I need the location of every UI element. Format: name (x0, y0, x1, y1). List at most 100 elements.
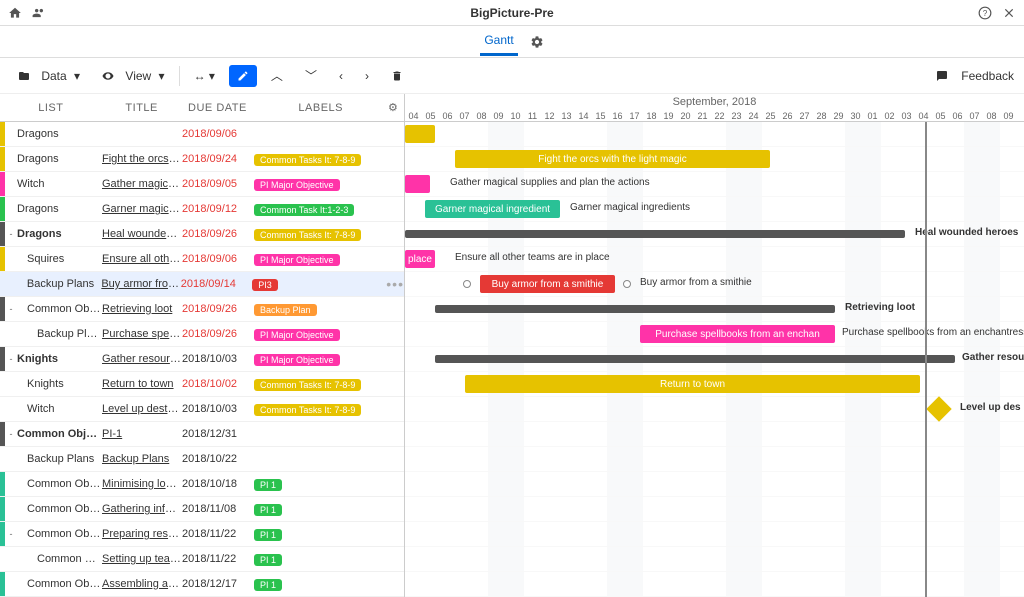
gantt-bar[interactable]: Fight the orcs with the light magic (455, 150, 770, 168)
gantt-row[interactable]: Purchase spellbooks from an enchanPurcha… (405, 322, 1024, 347)
label-badge: PI Major Objective (254, 254, 340, 266)
task-row[interactable]: Common Objectiv Assembling a party 2018/… (0, 572, 404, 597)
gantt-bar[interactable]: Purchase spellbooks from an enchan (640, 325, 835, 343)
gear-icon[interactable] (530, 35, 544, 49)
title-cell[interactable]: Setting up teams (102, 553, 182, 565)
task-row[interactable]: Common Objectiv Minimising losses 2018/1… (0, 472, 404, 497)
title-cell[interactable]: Gather resources f (102, 353, 182, 365)
title-cell[interactable]: Purchase spellboo (102, 328, 182, 340)
gantt-summary-bar[interactable] (405, 230, 905, 238)
task-row[interactable]: Common Objec Setting up teams 2018/11/22… (0, 547, 404, 572)
data-dropdown[interactable]: Data ▾ (10, 64, 88, 88)
expand-icon[interactable]: - (5, 354, 17, 364)
title-cell[interactable]: Level up destructio (102, 403, 182, 415)
task-row[interactable]: - Common Objective PI-1 2018/12/31 (0, 422, 404, 447)
task-row[interactable]: - Knights Gather resources f 2018/10/03 … (0, 347, 404, 372)
column-settings-icon[interactable]: ⚙ (388, 101, 404, 114)
feedback-button[interactable]: Feedback (936, 69, 1014, 83)
milestone-icon[interactable] (926, 396, 951, 421)
fit-button[interactable]: ↔ ▾ (186, 64, 223, 88)
list-cell: Common Objectiv (17, 528, 102, 540)
gantt-row[interactable] (405, 497, 1024, 522)
gantt-row[interactable]: Garner magical ingredientGarner magical … (405, 197, 1024, 222)
title-cell[interactable]: Minimising losses (102, 478, 182, 490)
gantt-row[interactable]: Return to town (405, 372, 1024, 397)
col-date[interactable]: DUE DATE (182, 102, 254, 114)
gantt-row[interactable]: Gather resour (405, 347, 1024, 372)
task-row[interactable]: - Common Objectiv Preparing resource 201… (0, 522, 404, 547)
expand-icon[interactable]: - (5, 229, 17, 239)
gantt-bar[interactable]: Return to town (465, 375, 920, 393)
gantt-row[interactable]: placeEnsure all other teams are in place (405, 247, 1024, 272)
prev-button[interactable]: ‹ (331, 64, 351, 88)
title-cell[interactable]: PI-1 (102, 428, 182, 440)
title-cell[interactable]: Buy armor from a s (101, 278, 180, 290)
task-row[interactable]: Backup Plans Purchase spellboo 2018/09/2… (0, 322, 404, 347)
gantt-row[interactable] (405, 422, 1024, 447)
gantt-row[interactable]: Fight the orcs with the light magic (405, 147, 1024, 172)
delete-button[interactable] (383, 65, 411, 87)
task-row[interactable]: Dragons 2018/09/06 (0, 122, 404, 147)
gantt-row[interactable] (405, 447, 1024, 472)
title-cell[interactable]: Gathering informati (102, 503, 182, 515)
title-cell[interactable]: Garner magical ing (102, 203, 182, 215)
view-dropdown[interactable]: View ▾ (94, 64, 173, 88)
gantt-bar[interactable] (405, 125, 435, 143)
tab-gantt[interactable]: Gantt (480, 27, 517, 56)
title-cell[interactable]: Return to town (102, 378, 182, 390)
title-cell[interactable]: Gather magical sup (102, 178, 182, 190)
task-row[interactable]: Squires Ensure all other te 2018/09/06 P… (0, 247, 404, 272)
gantt-row[interactable] (405, 472, 1024, 497)
gantt-bar[interactable] (405, 175, 430, 193)
home-icon[interactable] (8, 6, 22, 20)
gantt-row[interactable] (405, 522, 1024, 547)
edit-button[interactable] (229, 65, 257, 87)
next-button[interactable]: › (357, 64, 377, 88)
task-row[interactable]: Backup Plans Backup Plans 2018/10/22 (0, 447, 404, 472)
today-line (925, 122, 927, 597)
title-cell[interactable]: Fight the orcs with (102, 153, 182, 165)
gantt-row[interactable]: Buy armor from a smithieBuy armor from a… (405, 272, 1024, 297)
gantt-bar[interactable]: Garner magical ingredient (425, 200, 560, 218)
task-row[interactable]: Common Objectiv Gathering informati 2018… (0, 497, 404, 522)
expand-icon[interactable]: - (5, 304, 17, 314)
task-row[interactable]: Witch Level up destructio 2018/10/03 Com… (0, 397, 404, 422)
task-row[interactable]: Backup Plans Buy armor from a s 2018/09/… (0, 272, 404, 297)
task-row[interactable]: - Dragons Heal wounded hero 2018/09/26 C… (0, 222, 404, 247)
gantt-row[interactable] (405, 122, 1024, 147)
close-icon[interactable] (1002, 6, 1016, 20)
task-row[interactable]: Dragons Fight the orcs with 2018/09/24 C… (0, 147, 404, 172)
title-cell[interactable]: Retrieving loot (102, 303, 182, 315)
col-title[interactable]: TITLE (102, 102, 182, 114)
title-cell[interactable]: Assembling a party (102, 578, 182, 590)
gantt-summary-bar[interactable] (435, 355, 955, 363)
gantt-summary-bar[interactable] (435, 305, 835, 313)
task-row[interactable]: Witch Gather magical sup 2018/09/05 PI M… (0, 172, 404, 197)
expand-icon[interactable]: - (5, 529, 17, 539)
gantt-row[interactable]: Retrieving loot (405, 297, 1024, 322)
col-list[interactable]: LIST (0, 102, 102, 114)
title-cell[interactable]: Preparing resource (102, 528, 182, 540)
up-button[interactable]: ︿ (263, 62, 291, 89)
gantt-row[interactable]: Gather magical supplies and plan the act… (405, 172, 1024, 197)
gantt-row[interactable]: Level up des (405, 397, 1024, 422)
expand-icon[interactable]: - (5, 429, 17, 439)
task-row[interactable]: Dragons Garner magical ing 2018/09/12 Co… (0, 197, 404, 222)
col-labels[interactable]: LABELS (253, 102, 388, 114)
gantt-row[interactable] (405, 547, 1024, 572)
gantt-bar[interactable]: Buy armor from a smithie (480, 275, 615, 293)
gantt-row[interactable]: Heal wounded heroes (405, 222, 1024, 247)
title-cell[interactable]: Heal wounded hero (102, 228, 182, 240)
title-cell[interactable]: Ensure all other te (102, 253, 182, 265)
users-icon[interactable] (32, 6, 46, 20)
gantt-panel: September, 2018 040506070809101112131415… (405, 94, 1024, 597)
more-icon[interactable]: ••• (386, 276, 404, 292)
task-row[interactable]: - Common Objectiv Retrieving loot 2018/0… (0, 297, 404, 322)
help-icon[interactable]: ? (978, 6, 992, 20)
gantt-row[interactable] (405, 572, 1024, 597)
task-row[interactable]: Knights Return to town 2018/10/02 Common… (0, 372, 404, 397)
down-button[interactable]: ﹀ (297, 62, 325, 89)
title-cell[interactable]: Backup Plans (102, 453, 182, 465)
gantt-bar[interactable]: place (405, 250, 435, 268)
gantt-body[interactable]: Fight the orcs with the light magic Gathe… (405, 122, 1024, 597)
